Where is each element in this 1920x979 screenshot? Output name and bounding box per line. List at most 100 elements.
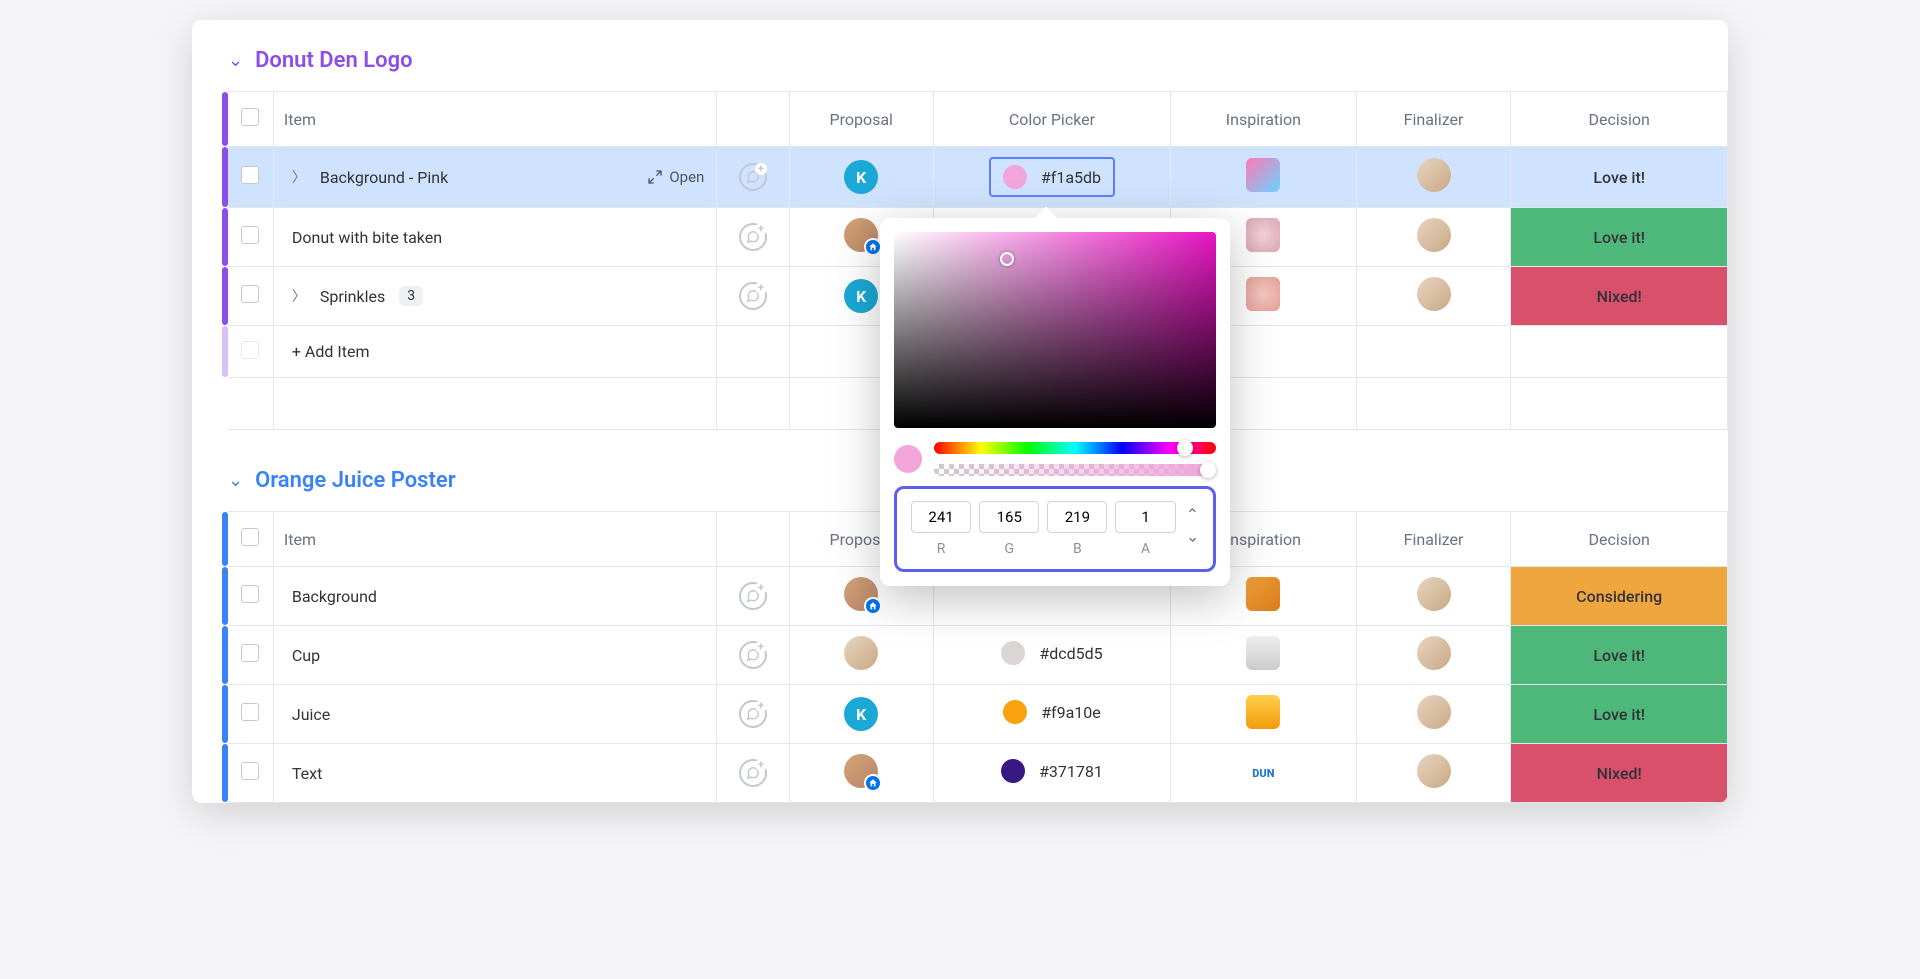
chevron-down-icon: ⌄ <box>228 470 243 491</box>
inspiration-thumb[interactable] <box>1246 277 1280 311</box>
item-name: Background <box>292 587 377 606</box>
row-checkbox[interactable] <box>241 226 259 244</box>
chevron-down-icon: ⌃ <box>1186 526 1199 545</box>
select-all-checkbox[interactable] <box>241 108 259 126</box>
col-finalizer[interactable]: Finalizer <box>1356 92 1511 147</box>
table-row[interactable]: Cup#dcd5d5Love it! <box>228 626 1728 685</box>
expand-icon[interactable]: 〉 <box>292 286 306 306</box>
decision-cell[interactable]: Nixed! <box>1511 267 1728 326</box>
open-button[interactable]: Open <box>647 168 704 186</box>
color-cell[interactable]: #371781 <box>1001 759 1103 783</box>
row-checkbox[interactable] <box>241 166 259 184</box>
chevron-down-icon: ⌄ <box>228 50 243 71</box>
home-badge-icon <box>864 774 882 792</box>
format-stepper[interactable]: ⌃ ⌃ <box>1186 501 1199 545</box>
decision-cell[interactable]: Nixed! <box>1511 744 1728 803</box>
alpha-thumb[interactable] <box>1200 462 1216 478</box>
item-name: Background - Pink <box>320 168 448 187</box>
user-avatar[interactable] <box>1417 158 1451 192</box>
user-avatar[interactable] <box>844 577 878 611</box>
user-avatar[interactable] <box>1417 218 1451 252</box>
app-window: ⌄ Donut Den Logo Item Proposal Color Pic… <box>192 20 1728 803</box>
col-item[interactable]: Item <box>273 92 716 147</box>
saturation-cursor[interactable] <box>1000 252 1014 266</box>
color-swatch <box>1001 759 1025 783</box>
add-comment-icon[interactable] <box>739 282 767 310</box>
user-avatar[interactable] <box>844 754 878 788</box>
color-swatch <box>1003 165 1027 189</box>
col-decision[interactable]: Decision <box>1511 92 1728 147</box>
user-avatar[interactable] <box>844 218 878 252</box>
col-proposal[interactable]: Proposal <box>789 92 933 147</box>
user-avatar[interactable]: K <box>844 160 878 194</box>
row-checkbox <box>241 341 259 359</box>
decision-cell[interactable]: Love it! <box>1511 685 1728 744</box>
row-checkbox[interactable] <box>241 285 259 303</box>
color-hex: #dcd5d5 <box>1039 644 1102 663</box>
rgba-g-label: G <box>979 541 1039 557</box>
user-avatar[interactable]: K <box>844 279 878 313</box>
add-comment-icon[interactable] <box>739 641 767 669</box>
add-comment-icon[interactable] <box>739 223 767 251</box>
user-avatar[interactable]: K <box>844 697 878 731</box>
inspiration-thumb[interactable] <box>1246 695 1280 729</box>
add-comment-icon[interactable] <box>739 163 767 191</box>
col-action <box>717 92 789 147</box>
add-comment-icon[interactable] <box>739 700 767 728</box>
hue-slider[interactable] <box>934 442 1216 454</box>
inspiration-thumb[interactable] <box>1246 577 1280 611</box>
expand-icon[interactable]: 〉 <box>292 167 306 187</box>
col-item[interactable]: Item <box>273 512 716 567</box>
expand-icon <box>647 169 663 185</box>
row-checkbox[interactable] <box>241 585 259 603</box>
user-avatar[interactable] <box>1417 754 1451 788</box>
subitem-count: 3 <box>399 286 423 306</box>
row-checkbox[interactable] <box>241 703 259 721</box>
col-finalizer[interactable]: Finalizer <box>1356 512 1511 567</box>
table-row[interactable]: Text#371781DUNNixed! <box>228 744 1728 803</box>
user-avatar[interactable] <box>1417 695 1451 729</box>
decision-cell[interactable]: Love it! <box>1511 208 1728 267</box>
inspiration-thumb[interactable]: DUN <box>1246 756 1280 790</box>
color-hex: #371781 <box>1039 762 1103 781</box>
color-cell[interactable]: #f9a10e <box>1003 700 1101 724</box>
rgba-g-input[interactable] <box>979 501 1039 533</box>
row-checkbox[interactable] <box>241 644 259 662</box>
saturation-panel[interactable] <box>894 232 1216 428</box>
user-avatar[interactable] <box>1417 277 1451 311</box>
color-cell[interactable]: #dcd5d5 <box>1001 641 1102 665</box>
inspiration-thumb[interactable] <box>1246 636 1280 670</box>
user-avatar[interactable] <box>1417 577 1451 611</box>
table-row[interactable]: 〉 Background - Pink Open K #f1a5db Love it! <box>228 147 1728 208</box>
color-cell[interactable]: #f1a5db <box>989 157 1115 197</box>
rgba-b-input[interactable] <box>1047 501 1107 533</box>
col-decision[interactable]: Decision <box>1511 512 1728 567</box>
table-row[interactable]: Juice K #f9a10e Love it! <box>228 685 1728 744</box>
alpha-slider[interactable] <box>934 464 1216 476</box>
col-action <box>717 512 789 567</box>
chevron-up-icon: ⌃ <box>1186 505 1199 524</box>
color-picker-popup: R G B A ⌃ ⌃ <box>880 218 1230 586</box>
col-color-picker[interactable]: Color Picker <box>933 92 1170 147</box>
decision-cell[interactable]: Love it! <box>1511 147 1728 208</box>
user-avatar[interactable] <box>1417 636 1451 670</box>
add-comment-icon[interactable] <box>739 759 767 787</box>
rgba-b-label: B <box>1047 541 1107 557</box>
checkbox-header <box>228 92 273 147</box>
user-avatar[interactable] <box>844 636 878 670</box>
group-header[interactable]: ⌄ Donut Den Logo <box>192 48 1728 91</box>
decision-cell[interactable]: Love it! <box>1511 626 1728 685</box>
select-all-checkbox[interactable] <box>241 528 259 546</box>
decision-cell[interactable]: Considering <box>1511 567 1728 626</box>
row-checkbox[interactable] <box>241 762 259 780</box>
rgba-a-input[interactable] <box>1115 501 1175 533</box>
rgba-r-input[interactable] <box>911 501 971 533</box>
hue-thumb[interactable] <box>1177 440 1193 456</box>
home-badge-icon <box>864 597 882 615</box>
col-inspiration[interactable]: Inspiration <box>1171 92 1357 147</box>
add-comment-icon[interactable] <box>739 582 767 610</box>
color-swatch <box>1003 700 1027 724</box>
inspiration-thumb[interactable] <box>1246 158 1280 192</box>
item-name: Juice <box>292 705 330 724</box>
inspiration-thumb[interactable] <box>1246 218 1280 252</box>
